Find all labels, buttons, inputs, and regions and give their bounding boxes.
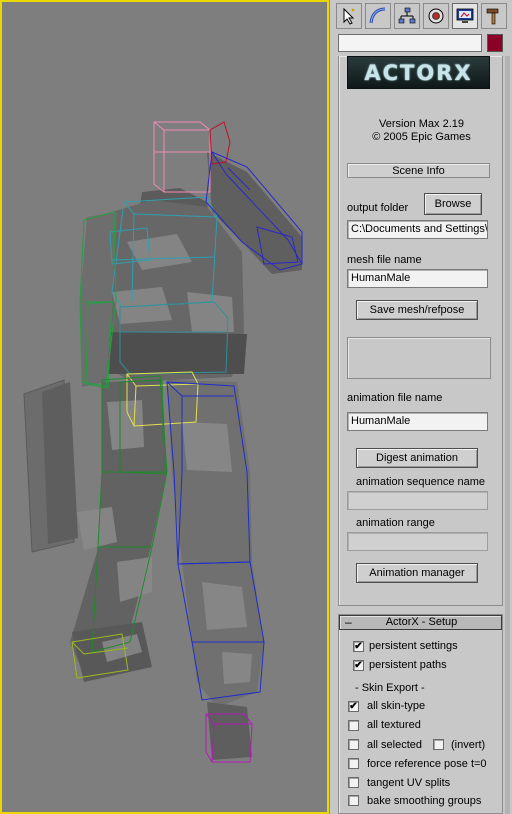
output-folder-input[interactable]: C:\Documents and Settings\ — [347, 220, 488, 239]
object-color-swatch[interactable] — [487, 34, 503, 52]
all-selected-checkbox[interactable] — [348, 739, 359, 750]
hierarchy-icon — [398, 7, 416, 24]
persistent-settings-label: persistent settings — [369, 640, 458, 652]
tangent-uv-splits-label: tangent UV splits — [367, 777, 451, 789]
output-folder-label: output folder — [347, 202, 409, 214]
display-icon — [456, 8, 474, 23]
persistent-paths-label: persistent paths — [369, 659, 447, 671]
display-tab[interactable] — [452, 3, 478, 29]
persistent-paths-checkbox[interactable]: ✔ — [353, 660, 364, 671]
shield-mesh — [23, 379, 78, 553]
animation-file-label: animation file name — [347, 392, 443, 404]
persistent-settings-checkbox[interactable]: ✔ — [353, 641, 364, 652]
all-selected-label: all selected — [367, 739, 423, 751]
all-skin-type-checkbox[interactable]: ✔ — [348, 701, 359, 712]
all-textured-label: all textured — [367, 719, 421, 731]
animation-file-input[interactable]: HumanMale — [347, 412, 488, 431]
animation-range-input[interactable] — [347, 532, 488, 551]
force-reference-pose-label: force reference pose t=0 — [367, 758, 487, 770]
command-panel: ACTORX Version Max 2.19 © 2005 Epic Game… — [329, 0, 512, 814]
force-reference-pose-checkbox[interactable] — [348, 758, 359, 769]
bake-smoothing-groups-checkbox[interactable] — [348, 795, 359, 806]
utilities-tab[interactable] — [481, 3, 507, 29]
mesh-file-input[interactable]: HumanMale — [347, 269, 488, 288]
collapse-icon: – — [345, 615, 352, 629]
sequence-name-label: animation sequence name — [356, 476, 486, 488]
perspective-viewport[interactable] — [0, 0, 329, 814]
scene-info-button[interactable]: Scene Info — [347, 163, 490, 178]
tangent-uv-splits-checkbox[interactable] — [348, 777, 359, 788]
animation-range-label: animation range — [356, 517, 435, 529]
bake-smoothing-groups-label: bake smoothing groups — [367, 795, 482, 807]
invert-checkbox[interactable] — [433, 739, 444, 750]
command-panel-tabs — [336, 3, 508, 29]
panel-scrollbar[interactable] — [505, 56, 510, 814]
modify-curve-icon — [369, 7, 386, 24]
animation-manager-button[interactable]: Animation manager — [356, 563, 478, 583]
actorx-rollout: ACTORX Version Max 2.19 © 2005 Epic Game… — [338, 56, 503, 606]
motion-tab[interactable] — [423, 3, 449, 29]
create-tab[interactable] — [336, 3, 362, 29]
motion-icon — [428, 8, 444, 24]
save-mesh-button[interactable]: Save mesh/refpose — [356, 300, 478, 320]
invert-label: (invert) — [451, 739, 486, 751]
setup-rollout-header[interactable]: ActorX - Setup – — [339, 615, 502, 630]
all-skin-type-label: all skin-type — [367, 700, 426, 712]
setup-rollout-title: ActorX - Setup — [385, 616, 458, 628]
mesh-file-label: mesh file name — [347, 254, 422, 266]
actorx-logo: ACTORX — [347, 56, 490, 89]
skin-export-header: - Skin Export - — [355, 682, 425, 694]
character-model — [23, 121, 303, 763]
actorx-logo-text: ACTORX — [364, 60, 473, 85]
version-label: Version Max 2.19 — [379, 118, 464, 130]
browse-button[interactable]: Browse — [424, 193, 482, 215]
hierarchy-tab[interactable] — [394, 3, 420, 29]
digest-animation-button[interactable]: Digest animation — [356, 448, 478, 468]
sequence-name-input[interactable] — [347, 491, 488, 510]
status-box — [347, 337, 491, 379]
modify-tab[interactable] — [365, 3, 391, 29]
actorx-setup-rollout: ActorX - Setup – ✔ persistent settings ✔… — [338, 614, 503, 814]
object-name-field[interactable] — [338, 34, 482, 52]
create-arrow-icon — [343, 7, 355, 25]
copyright-label: © 2005 Epic Games — [372, 131, 471, 143]
all-textured-checkbox[interactable] — [348, 720, 359, 731]
utilities-hammer-icon — [486, 8, 499, 25]
